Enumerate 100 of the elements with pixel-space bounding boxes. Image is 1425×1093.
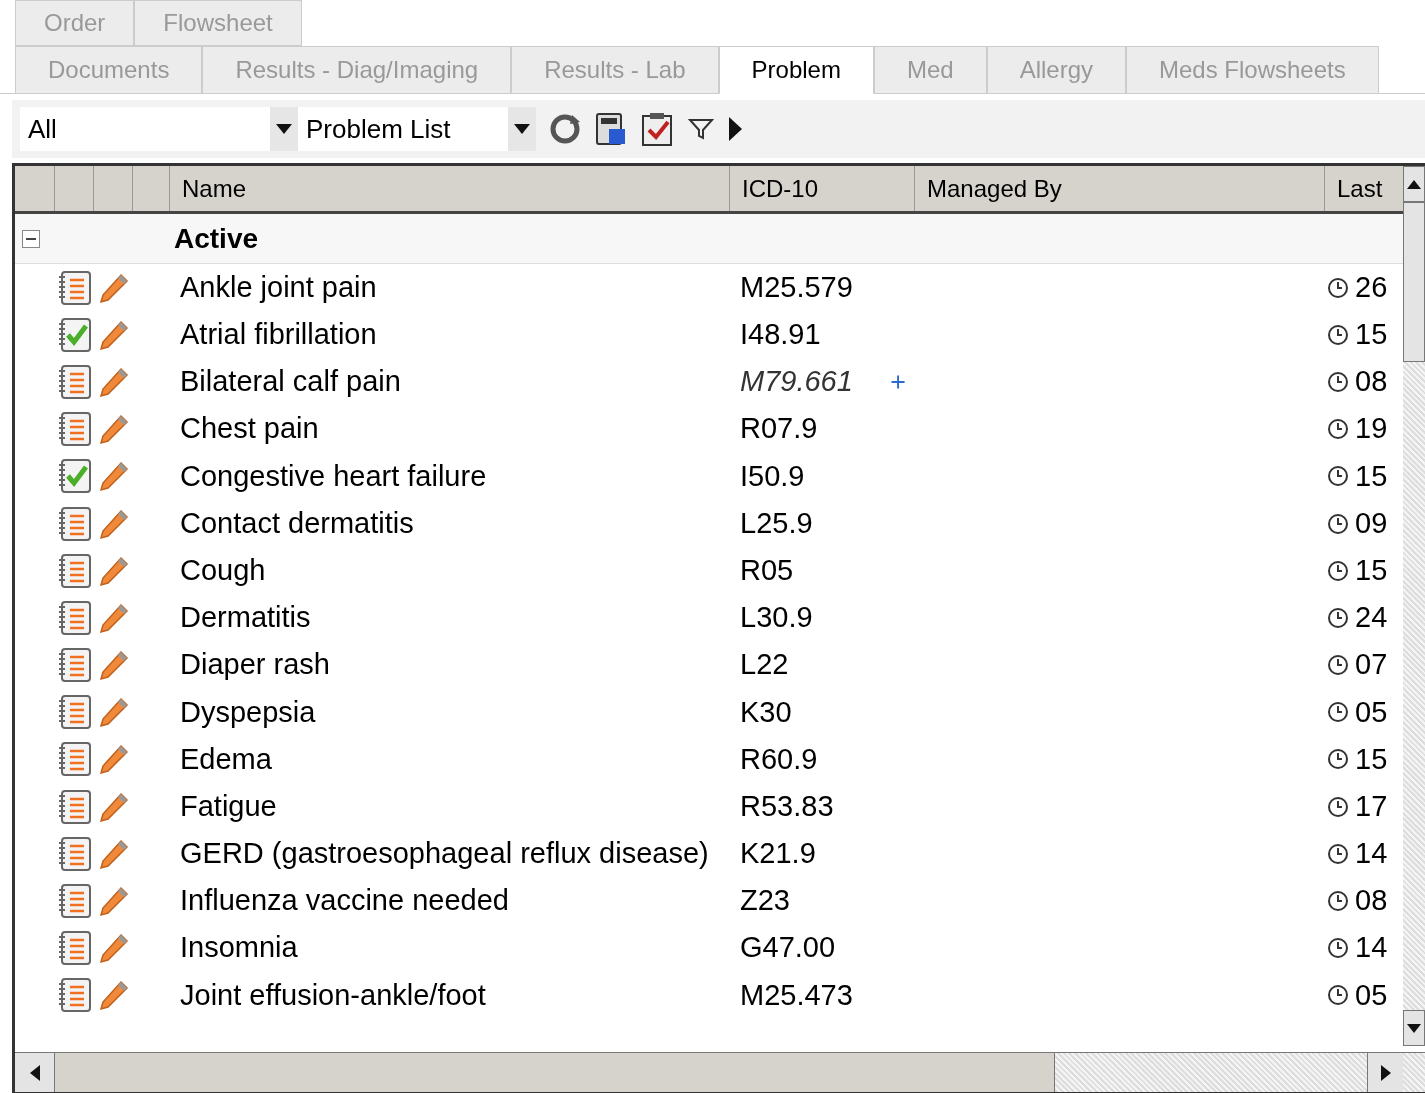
pencil-icon[interactable] [98, 318, 129, 351]
clock-icon [1327, 559, 1349, 582]
icd-code: K21.9 [740, 836, 816, 872]
pencil-icon[interactable] [98, 601, 129, 634]
notebook-icon[interactable] [56, 599, 93, 636]
icd-code: R53.83 [740, 788, 834, 824]
view-select[interactable]: Problem List [298, 107, 536, 151]
calculator-icon[interactable] [594, 112, 628, 146]
tab[interactable]: Flowsheet [134, 0, 302, 46]
tab[interactable]: Med [873, 46, 987, 94]
notebook-icon[interactable] [56, 835, 93, 872]
tab[interactable]: Order [15, 0, 135, 46]
clock-icon [1327, 370, 1349, 393]
last-date: 14 [1355, 930, 1388, 966]
icd-code: M25.473 [740, 977, 853, 1013]
tab[interactable]: Results - Lab [511, 46, 719, 94]
clock-icon [1327, 654, 1349, 677]
pencil-icon[interactable] [98, 696, 129, 729]
pencil-icon[interactable] [98, 932, 129, 965]
clock-icon [1327, 984, 1349, 1007]
icd-code: M25.579 [740, 269, 853, 305]
scroll-down-icon[interactable] [1407, 1023, 1421, 1033]
problem-name: Congestive heart failure [179, 458, 488, 494]
clock-icon [1327, 795, 1349, 818]
clock-icon [1327, 842, 1349, 865]
clock-icon [1327, 418, 1349, 441]
pencil-icon[interactable] [98, 554, 129, 587]
notebook-icon[interactable] [56, 883, 93, 920]
problem-name: Insomnia [179, 930, 299, 966]
icd-code: R60.9 [740, 741, 818, 777]
problem-name: Diaper rash [179, 647, 331, 683]
pencil-icon[interactable] [98, 790, 129, 823]
collapse-toggle[interactable] [22, 229, 40, 248]
checked-notebook-icon[interactable] [56, 316, 93, 353]
icd-code: I48.91 [740, 317, 821, 353]
scroll-up-button[interactable] [1403, 166, 1425, 202]
horizontal-scrollbar[interactable] [15, 1052, 1425, 1092]
last-date: 15 [1355, 317, 1388, 353]
icd-code: L30.9 [740, 600, 813, 636]
tab[interactable]: Documents [15, 46, 203, 94]
problem-name: Atrial fibrillation [179, 317, 378, 353]
clock-icon [1327, 937, 1349, 960]
last-date: 26 [1355, 269, 1388, 305]
icd-code: L25.9 [740, 505, 813, 541]
last-date: 15 [1355, 552, 1388, 588]
notebook-icon[interactable] [56, 505, 93, 542]
notebook-icon[interactable] [56, 269, 93, 306]
filter-select[interactable]: All [20, 107, 298, 151]
problem-name: Joint effusion-ankle/foot [179, 977, 487, 1013]
tab[interactable]: Results - Diag/Imaging [202, 46, 512, 94]
pencil-icon[interactable] [98, 649, 129, 682]
problem-name: Ankle joint pain [179, 269, 378, 305]
pencil-icon[interactable] [98, 507, 129, 540]
notebook-icon[interactable] [56, 552, 93, 589]
vertical-scrollbar[interactable] [1403, 166, 1425, 1046]
notebook-icon[interactable] [56, 930, 93, 967]
pencil-icon[interactable] [98, 413, 129, 446]
scroll-right-icon[interactable] [1380, 1064, 1391, 1081]
filter-icon[interactable] [688, 118, 714, 140]
pencil-icon[interactable] [98, 365, 129, 398]
scroll-up-icon[interactable] [1407, 179, 1421, 189]
last-date: 15 [1355, 458, 1388, 494]
scroll-down-button[interactable] [1403, 1010, 1425, 1046]
pencil-icon[interactable] [98, 979, 129, 1012]
icd-code: K30 [740, 694, 792, 730]
column-header[interactable]: Managed By [915, 166, 1325, 211]
tab[interactable]: Problem [718, 46, 874, 94]
last-date: 17 [1355, 788, 1388, 824]
notebook-icon[interactable] [56, 694, 93, 731]
icd-code: R07.9 [740, 411, 818, 447]
problem-name: Influenza vaccine needed [179, 883, 510, 919]
column-header[interactable]: ICD-10 [730, 166, 915, 211]
group-label: Active [174, 221, 259, 256]
problem-name: Dermatitis [179, 600, 312, 636]
pencil-icon[interactable] [98, 460, 129, 493]
tab[interactable]: Meds Flowsheets [1126, 46, 1379, 94]
checked-notebook-icon[interactable] [56, 458, 93, 495]
pencil-icon[interactable] [98, 837, 129, 870]
scroll-thumb[interactable] [55, 1053, 1055, 1092]
scroll-left-icon[interactable] [29, 1064, 40, 1081]
play-icon[interactable] [726, 116, 744, 142]
clock-icon [1327, 890, 1349, 913]
notebook-icon[interactable] [56, 741, 93, 778]
last-date: 08 [1355, 883, 1388, 919]
tab[interactable]: Allergy [986, 46, 1126, 94]
notebook-icon[interactable] [56, 788, 93, 825]
column-header[interactable]: Name [170, 166, 730, 211]
notebook-icon[interactable] [56, 647, 93, 684]
pencil-icon[interactable] [98, 743, 129, 776]
notebook-icon[interactable] [56, 977, 93, 1014]
problem-name: Chest pain [179, 411, 320, 447]
scroll-thumb[interactable] [1403, 202, 1425, 362]
pencil-icon[interactable] [98, 271, 129, 304]
last-date: 24 [1355, 600, 1388, 636]
clock-icon [1327, 701, 1349, 724]
refresh-icon[interactable] [548, 112, 582, 146]
notebook-icon[interactable] [56, 411, 93, 448]
icd-code: Z23 [740, 883, 790, 919]
pencil-icon[interactable] [98, 885, 129, 918]
notebook-icon[interactable] [56, 363, 93, 400]
